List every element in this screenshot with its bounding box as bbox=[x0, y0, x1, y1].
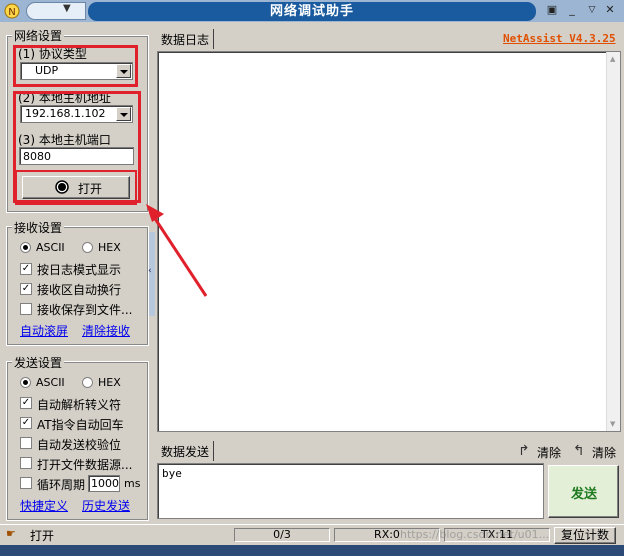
send-option-label-3: 自动发送校验位 bbox=[37, 438, 122, 452]
tab-data-send[interactable]: 数据发送 bbox=[157, 441, 215, 461]
receive-option-label-1: 按日志模式显示 bbox=[37, 263, 122, 277]
reset-count-button[interactable]: 复位计数 bbox=[554, 527, 616, 544]
send-option-label-4: 打开文件数据源... bbox=[37, 458, 133, 472]
send-option-label-2: AT指令自动回车 bbox=[37, 418, 124, 432]
receive-option-label-3: 接收保存到文件... bbox=[37, 303, 133, 317]
send-option-checkbox-4[interactable] bbox=[20, 457, 32, 469]
highlight-box-protocol bbox=[13, 45, 138, 87]
send-text-area[interactable]: bye bbox=[157, 463, 544, 519]
plug-icon: ☛ bbox=[6, 527, 16, 540]
send-option-checkbox-5[interactable] bbox=[20, 477, 32, 489]
minimize-icon[interactable]: _ bbox=[564, 3, 580, 19]
clear-send-button-1[interactable]: 清除 bbox=[537, 444, 561, 461]
receive-option-checkbox-2[interactable]: ✓ bbox=[20, 283, 32, 295]
status-counter: 0/3 bbox=[234, 528, 330, 542]
title-menu-dropdown[interactable]: ▼ bbox=[26, 2, 86, 20]
send-option-label-5: 循环周期 bbox=[37, 478, 86, 492]
log-scrollbar[interactable]: ▲ ▼ bbox=[606, 52, 620, 431]
chevron-down-icon: ▼ bbox=[63, 3, 71, 14]
receive-hex-radio[interactable] bbox=[82, 242, 93, 253]
clear-send-button-2[interactable]: 清除 bbox=[592, 444, 616, 461]
receive-ascii-radio[interactable] bbox=[20, 242, 31, 253]
send-text: bye bbox=[162, 467, 182, 480]
send-button[interactable]: 发送 bbox=[548, 465, 619, 518]
send-hex-label: HEX bbox=[98, 376, 121, 389]
send-ascii-radio[interactable] bbox=[20, 377, 31, 388]
watermark: https://blog.csdn.net/u01... bbox=[400, 528, 550, 541]
send-button-label: 发送 bbox=[571, 487, 598, 502]
restore-icon[interactable]: ▣ bbox=[544, 3, 560, 19]
chevron-down-icon[interactable]: ▽ bbox=[584, 3, 600, 19]
reset-count-label: 复位计数 bbox=[560, 528, 609, 542]
auto-scroll-link[interactable]: 自动滚屏 bbox=[20, 322, 68, 339]
send-option-label-1: 自动解析转义符 bbox=[37, 398, 122, 412]
clear-icon[interactable]: ↰ bbox=[573, 443, 585, 459]
receive-ascii-label: ASCII bbox=[36, 241, 65, 254]
cycle-period-field[interactable]: 1000 bbox=[88, 475, 120, 492]
send-history-link[interactable]: 历史发送 bbox=[82, 497, 130, 514]
receive-option-checkbox-1[interactable]: ✓ bbox=[20, 263, 32, 275]
status-state: 打开 bbox=[30, 529, 55, 543]
window-title: 网络调试助手 bbox=[88, 2, 536, 21]
quick-define-link[interactable]: 快捷定义 bbox=[20, 497, 68, 514]
receive-option-checkbox-3[interactable] bbox=[20, 303, 32, 315]
annotation-arrow bbox=[146, 204, 208, 297]
send-option-checkbox-2[interactable]: ✓ bbox=[20, 417, 32, 429]
scroll-down-icon[interactable]: ▼ bbox=[610, 420, 615, 428]
taskbar-strip bbox=[0, 545, 624, 556]
send-ascii-label: ASCII bbox=[36, 376, 65, 389]
svg-text:N: N bbox=[8, 7, 15, 18]
send-settings-title: 发送设置 bbox=[12, 354, 65, 371]
send-hex-radio[interactable] bbox=[82, 377, 93, 388]
cycle-unit-label: ms bbox=[124, 477, 141, 490]
clear-receive-link[interactable]: 清除接收 bbox=[82, 322, 130, 339]
receive-settings-title: 接收设置 bbox=[12, 219, 65, 236]
highlight-box-open bbox=[15, 170, 137, 205]
send-option-checkbox-1[interactable]: ✓ bbox=[20, 397, 32, 409]
status-bar: ☛ 打开 0/3 RX:0 TX:11 复位计数 https://blog.cs… bbox=[0, 524, 624, 544]
app-icon: N bbox=[4, 3, 20, 19]
log-area[interactable]: ▲ ▼ bbox=[157, 51, 621, 432]
scroll-up-icon[interactable]: ▲ bbox=[610, 55, 615, 63]
version-link[interactable]: NetAssist V4.3.25 bbox=[503, 32, 616, 45]
tab-data-log[interactable]: 数据日志 bbox=[157, 29, 215, 49]
network-settings-title: 网络设置 bbox=[12, 27, 65, 44]
receive-option-label-2: 接收区自动换行 bbox=[37, 283, 122, 297]
title-bar: N ▼ 网络调试助手 ▣ _ ▽ ✕ bbox=[0, 0, 624, 22]
send-option-checkbox-3[interactable] bbox=[20, 437, 32, 449]
close-icon[interactable]: ✕ bbox=[602, 3, 618, 19]
clear-icon[interactable]: ↱ bbox=[518, 443, 530, 459]
receive-hex-label: HEX bbox=[98, 241, 121, 254]
